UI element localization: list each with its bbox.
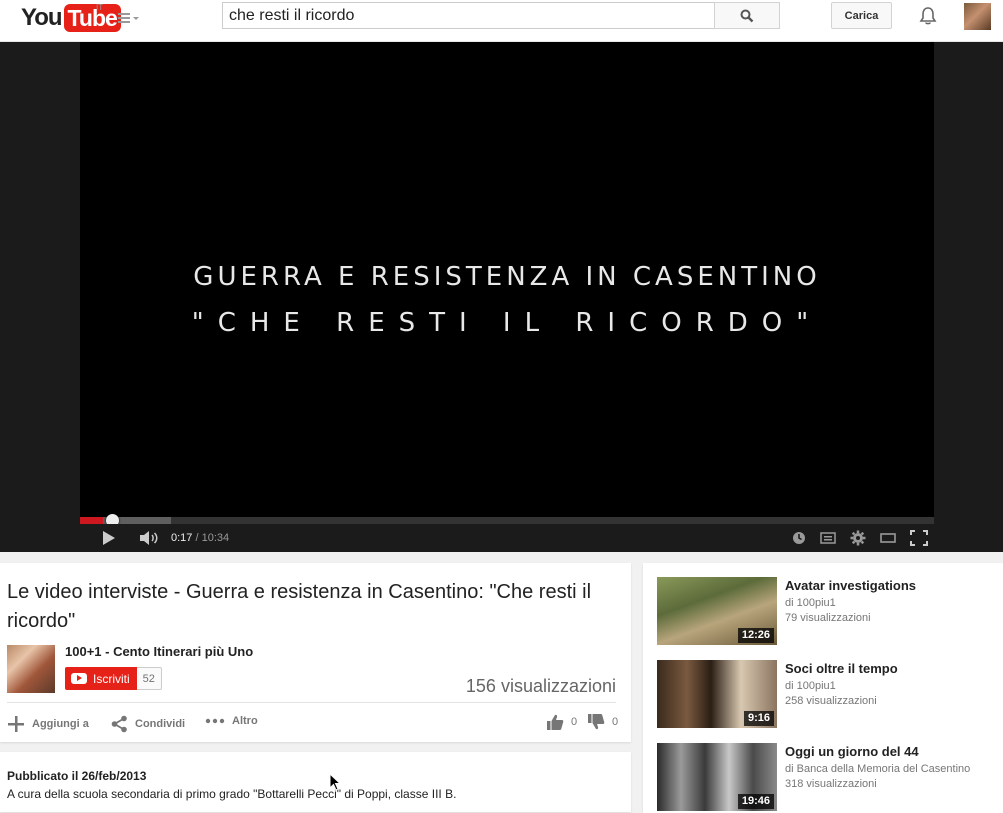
share-button[interactable]: Condividi bbox=[111, 715, 185, 733]
divider bbox=[7, 702, 616, 703]
related-video-title[interactable]: Avatar investigations bbox=[785, 578, 916, 593]
subscriber-count: 52 bbox=[136, 667, 162, 690]
logo-tube-text: Tube bbox=[63, 4, 121, 32]
add-to-button[interactable]: Aggiungi a bbox=[7, 715, 89, 733]
channel-name-link[interactable]: 100+1 - Cento Itinerari più Uno bbox=[65, 644, 253, 659]
search-icon bbox=[740, 9, 754, 22]
thumbs-up-icon bbox=[547, 714, 564, 730]
thumbs-down-icon bbox=[588, 714, 605, 730]
guide-menu-icon[interactable] bbox=[117, 10, 141, 26]
add-to-label: Aggiungi a bbox=[32, 718, 89, 730]
video-frame[interactable]: GUERRA E RESISTENZA IN CASENTINO "CHE RE… bbox=[80, 42, 934, 517]
related-video-thumbnail[interactable]: 19:46 bbox=[657, 743, 777, 811]
like-button[interactable]: 0 bbox=[546, 713, 577, 731]
user-avatar[interactable] bbox=[964, 3, 991, 30]
related-video-duration: 12:26 bbox=[737, 628, 774, 643]
search-input[interactable] bbox=[223, 3, 714, 28]
plus-icon bbox=[8, 716, 24, 732]
search-box bbox=[222, 2, 714, 29]
mouse-cursor-icon bbox=[329, 773, 341, 791]
youtube-play-icon bbox=[71, 673, 87, 684]
settings-gear-icon[interactable] bbox=[848, 528, 868, 548]
related-video-item[interactable]: 12:26 Avatar investigations di 100piu1 7… bbox=[657, 577, 997, 647]
subscribe-button[interactable]: Iscriviti 52 bbox=[65, 667, 162, 690]
volume-icon[interactable] bbox=[138, 528, 160, 548]
share-icon bbox=[111, 715, 127, 733]
logo-you-text: You bbox=[21, 4, 63, 31]
dislike-count: 0 bbox=[612, 716, 619, 728]
masthead: You Tube IT Carica bbox=[0, 0, 1003, 42]
video-frame-line-2: "CHE RESTI IL RICORDO" bbox=[191, 308, 823, 338]
subscribe-label-wrap: Iscriviti bbox=[65, 667, 137, 690]
related-video-views: 79 visualizzazioni bbox=[785, 612, 871, 624]
duration: 10:34 bbox=[201, 532, 230, 544]
video-frame-line-1: GUERRA E RESISTENZA IN CASENTINO bbox=[193, 262, 821, 292]
progress-played bbox=[80, 517, 104, 524]
player-controls: 0:17 / 10:34 bbox=[80, 524, 934, 552]
description-text: A cura della scuola secondaria di primo … bbox=[7, 787, 457, 801]
captions-icon[interactable] bbox=[818, 528, 838, 548]
related-video-thumbnail[interactable]: 12:26 bbox=[657, 577, 777, 645]
upload-button[interactable]: Carica bbox=[831, 2, 892, 29]
related-video-item[interactable]: 9:16 Soci oltre il tempo di 100piu1 258 … bbox=[657, 660, 997, 730]
related-video-views: 318 visualizzazioni bbox=[785, 778, 877, 790]
time-separator: / bbox=[192, 532, 202, 544]
youtube-logo[interactable]: You Tube IT bbox=[21, 3, 121, 32]
share-label: Condividi bbox=[135, 718, 186, 730]
view-count: 156 visualizzazioni bbox=[465, 676, 616, 696]
description-card: Pubblicato il 26/feb/2013 A cura della s… bbox=[0, 752, 631, 812]
bell-icon[interactable] bbox=[918, 6, 938, 26]
related-video-duration: 9:16 bbox=[743, 711, 774, 726]
play-icon[interactable] bbox=[98, 528, 118, 548]
time-display: 0:17 / 10:34 bbox=[171, 532, 229, 544]
like-count: 0 bbox=[571, 716, 578, 728]
watch-later-icon[interactable] bbox=[790, 528, 808, 548]
watch-info-card: Le video interviste - Guerra e resistenz… bbox=[0, 563, 631, 742]
fullscreen-icon[interactable] bbox=[908, 528, 930, 548]
progress-bar[interactable] bbox=[80, 514, 934, 527]
related-video-title[interactable]: Soci oltre il tempo bbox=[785, 661, 898, 676]
related-videos-sidebar: 12:26 Avatar investigations di 100piu1 7… bbox=[643, 563, 1003, 813]
logo-country-code: IT bbox=[96, 3, 104, 12]
related-video-thumbnail[interactable]: 9:16 bbox=[657, 660, 777, 728]
video-player[interactable]: GUERRA E RESISTENZA IN CASENTINO "CHE RE… bbox=[80, 42, 934, 552]
video-title: Le video interviste - Guerra e resistenz… bbox=[7, 581, 592, 632]
related-video-channel: di 100piu1 bbox=[785, 597, 836, 609]
related-video-channel: di 100piu1 bbox=[785, 680, 836, 692]
dislike-button[interactable]: 0 bbox=[587, 713, 618, 731]
more-dots-icon bbox=[205, 718, 225, 724]
related-video-title[interactable]: Oggi un giorno del 44 bbox=[785, 744, 919, 759]
search-button[interactable] bbox=[714, 2, 780, 29]
more-button[interactable]: Altro bbox=[205, 715, 258, 727]
related-video-views: 258 visualizzazioni bbox=[785, 695, 877, 707]
related-video-item[interactable]: 19:46 Oggi un giorno del 44 di Banca del… bbox=[657, 743, 997, 813]
subscribe-label: Iscriviti bbox=[93, 671, 130, 686]
related-video-channel: di Banca della Memoria del Casentino bbox=[785, 763, 971, 775]
current-time: 0:17 bbox=[171, 532, 193, 544]
channel-thumbnail[interactable] bbox=[7, 645, 55, 693]
more-label: Altro bbox=[232, 715, 258, 727]
theater-mode-icon[interactable] bbox=[878, 528, 898, 548]
video-frame-text: GUERRA E RESISTENZA IN CASENTINO "CHE RE… bbox=[80, 254, 934, 346]
publish-date: Pubblicato il 26/feb/2013 bbox=[7, 769, 147, 783]
